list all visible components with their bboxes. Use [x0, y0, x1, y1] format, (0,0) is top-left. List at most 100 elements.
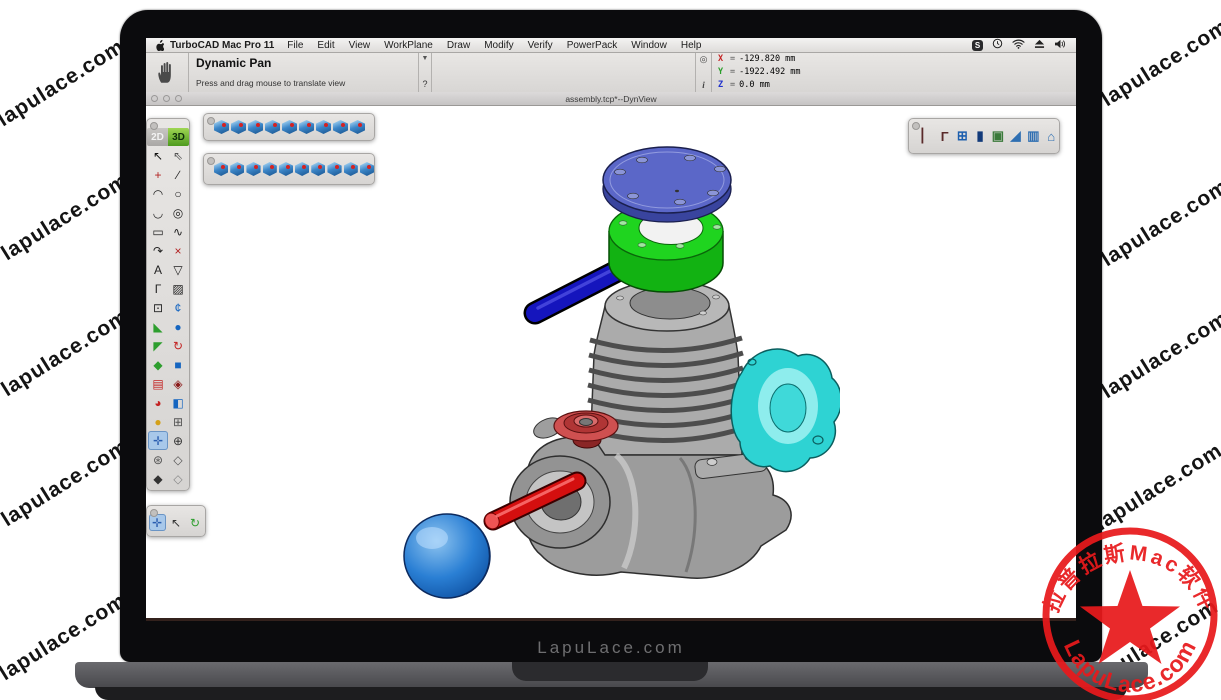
text-tool[interactable]: A [148, 260, 168, 279]
active-tool-icon-box[interactable] [146, 52, 189, 92]
view-cube-tool[interactable]: ◇ [168, 450, 188, 469]
spline-tool[interactable]: ∿ [168, 222, 188, 241]
apple-menu-icon[interactable] [154, 39, 164, 51]
tab-3d[interactable]: 3D [168, 128, 189, 146]
menu-draw[interactable]: Draw [440, 40, 477, 51]
extrude-tool[interactable]: ◤ [148, 336, 168, 355]
volume-icon[interactable] [1054, 39, 1066, 52]
workplane-tool[interactable]: ⊡ [148, 298, 168, 317]
info-icon[interactable]: i [702, 80, 705, 90]
render-grid-tool[interactable]: ⊞ [168, 412, 188, 431]
arc-curve-tool[interactable]: ↷ [148, 241, 168, 260]
head-cap-part[interactable] [603, 147, 731, 222]
toolbar-close-button[interactable] [912, 122, 920, 130]
pattern-face-tool[interactable] [327, 162, 341, 176]
menu-file[interactable]: File [280, 40, 310, 51]
corner-wall-tool[interactable]: Γ [937, 129, 953, 144]
snap-indicator-icon[interactable]: ◎ [700, 54, 708, 65]
wifi-icon[interactable] [1012, 39, 1025, 52]
shaded-view-tool[interactable]: ◆ [148, 469, 168, 488]
hatch-tool[interactable]: ▨ [168, 279, 188, 298]
menu-view[interactable]: View [342, 40, 378, 51]
menu-modify[interactable]: Modify [477, 40, 520, 51]
facet-tool[interactable]: ◈ [168, 374, 188, 393]
menu-powerpack[interactable]: PowerPack [560, 40, 625, 51]
intersect-tool[interactable]: × [168, 241, 188, 260]
wall-tool[interactable]: ▏ [919, 128, 935, 144]
menu-window[interactable]: Window [624, 40, 674, 51]
array-3d-tool[interactable] [360, 162, 374, 176]
backplate-part[interactable] [731, 349, 840, 472]
material-tool[interactable]: ● [148, 412, 168, 431]
sphere-tool[interactable]: ● [168, 317, 188, 336]
document-title-bar[interactable]: assembly.tcp*--DynView [146, 92, 1076, 106]
roof-tool[interactable]: ⌂ [1043, 129, 1059, 144]
cone-tool[interactable]: ◣ [148, 317, 168, 336]
slice-by-line-tool[interactable] [265, 120, 280, 134]
taper-face-tool[interactable] [230, 162, 244, 176]
app-name[interactable]: TurboCAD Mac Pro 11 [170, 40, 274, 51]
union-tool[interactable] [214, 120, 229, 134]
zoom-tool[interactable]: ⊕ [168, 431, 188, 450]
clock-icon[interactable] [992, 38, 1003, 52]
menu-workplane[interactable]: WorkPlane [377, 40, 440, 51]
clip-tool[interactable]: ¢ [168, 298, 188, 317]
menu-verify[interactable]: Verify [521, 40, 560, 51]
dimension-tool[interactable]: ▽ [168, 260, 188, 279]
toolbar-close-button[interactable] [207, 117, 215, 125]
plate-tool[interactable] [344, 162, 358, 176]
pan-tool[interactable]: ✛ [148, 431, 168, 450]
input-source-icon[interactable]: S [972, 40, 983, 51]
sweep-tool[interactable]: ◆ [148, 355, 168, 374]
revolve-tool[interactable]: ↻ [168, 336, 188, 355]
push-face-tool[interactable] [214, 162, 228, 176]
mini-toolbar-close-button[interactable] [150, 509, 158, 517]
stair-tool[interactable]: ◢ [1008, 128, 1024, 144]
engine-assembly-model[interactable] [380, 110, 840, 620]
zoom-cursor-tool[interactable]: ↖ [168, 514, 185, 531]
box-intersect-tool[interactable] [316, 120, 331, 134]
pan-hand-tool[interactable]: ✛ [149, 514, 166, 531]
tab-2d[interactable]: 2D [147, 128, 168, 146]
box-tool[interactable]: ■ [168, 355, 188, 374]
point-tool[interactable]: + [148, 165, 168, 184]
insert-symbol-tool[interactable]: ▣ [990, 128, 1006, 144]
open-select-tool[interactable]: ⇖ [168, 146, 188, 165]
blend-tool[interactable]: ◕ [148, 393, 168, 412]
extrude-face-tool[interactable] [333, 120, 348, 134]
menu-edit[interactable]: Edit [310, 40, 341, 51]
select-tool[interactable]: ↖ [148, 146, 168, 165]
thicken-tool[interactable] [295, 162, 309, 176]
subtract-cylinder-tool[interactable] [231, 120, 246, 134]
line-tool[interactable]: ∕ [168, 165, 188, 184]
spinner-part[interactable] [404, 514, 490, 598]
shell-solid-tool[interactable] [350, 120, 365, 134]
circle-tool[interactable]: ○ [168, 184, 188, 203]
slice-tool[interactable]: ▤ [148, 374, 168, 393]
remove-face-tool[interactable] [311, 162, 325, 176]
box-subtract-tool[interactable] [299, 120, 314, 134]
view-sphere-tool[interactable]: ⊛ [148, 450, 168, 469]
door-tool[interactable]: ▮ [972, 128, 988, 144]
ellipse-tool[interactable]: ◎ [168, 203, 188, 222]
window-tool[interactable]: ⊞ [955, 128, 971, 144]
angle-dimension-tool[interactable]: Γ [148, 279, 168, 298]
tool-dropdown-icon[interactable]: ▼ [422, 55, 429, 62]
wireframe-view-tool[interactable]: ◇ [168, 469, 188, 488]
curve-tool[interactable]: ◡ [148, 203, 168, 222]
tool-help-button[interactable]: ? [422, 79, 427, 89]
intersect-cylinder-tool[interactable] [248, 120, 263, 134]
palette-close-button[interactable] [150, 122, 158, 130]
offset-face-tool[interactable] [246, 162, 260, 176]
toolbar-close-button[interactable] [207, 157, 215, 165]
rectangle-tool[interactable]: ▭ [148, 222, 168, 241]
eject-icon[interactable] [1034, 39, 1045, 52]
rotate-face-tool[interactable] [279, 162, 293, 176]
orbit-tool[interactable]: ↻ [187, 514, 204, 531]
menu-help[interactable]: Help [674, 40, 709, 51]
window-schedule-tool[interactable]: ▥ [1026, 128, 1042, 144]
arc-tool[interactable]: ◠ [148, 184, 168, 203]
lift-face-tool[interactable] [263, 162, 277, 176]
shell-tool[interactable]: ◧ [168, 393, 188, 412]
box-union-tool[interactable] [282, 120, 297, 134]
